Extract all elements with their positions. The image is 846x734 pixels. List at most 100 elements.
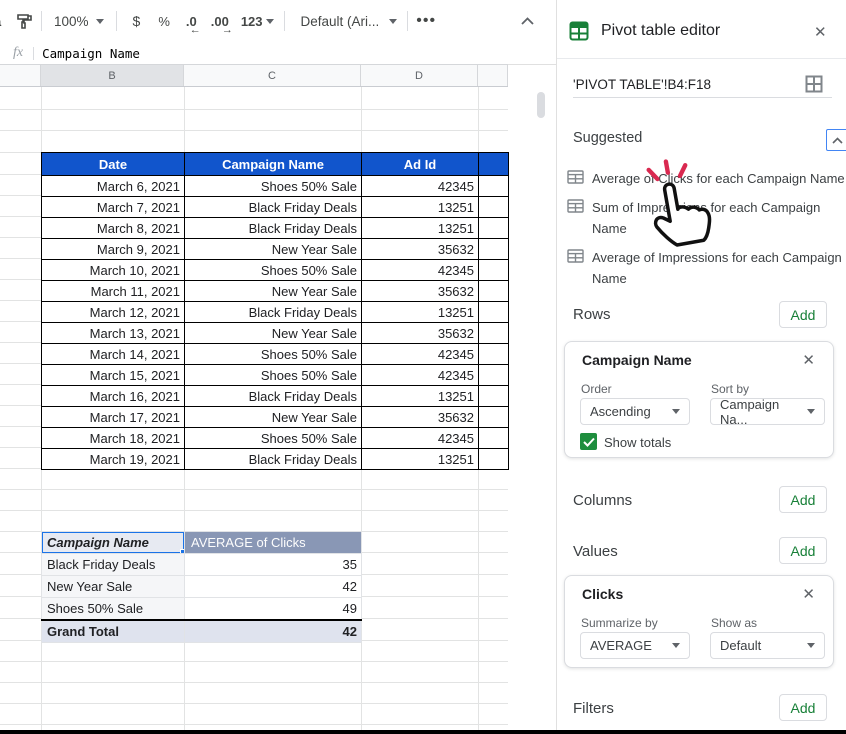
cell[interactable]: [478, 343, 509, 365]
more-toolbar-button[interactable]: •••: [416, 12, 436, 30]
collapse-suggested-button[interactable]: [826, 129, 846, 151]
format-currency-button[interactable]: $: [133, 13, 141, 29]
cell[interactable]: Shoes 50% Sale: [184, 427, 362, 449]
cell[interactable]: [478, 406, 509, 428]
decrease-decimal-button[interactable]: .0 ←: [186, 14, 201, 36]
cell[interactable]: March 7, 2021: [41, 196, 185, 218]
show-as-select[interactable]: Default: [710, 632, 825, 659]
cell[interactable]: March 16, 2021: [41, 385, 185, 407]
cell[interactable]: 42345: [361, 343, 479, 365]
sort-by-select[interactable]: Campaign Na...: [710, 397, 825, 427]
cell[interactable]: Black Friday Deals: [184, 301, 362, 323]
column-header[interactable]: [478, 65, 508, 86]
cell[interactable]: March 14, 2021: [41, 343, 185, 365]
cell[interactable]: Shoes 50% Sale: [184, 343, 362, 365]
cell[interactable]: 13251: [361, 196, 479, 218]
formula-input[interactable]: Campaign Name: [42, 46, 140, 61]
cell[interactable]: 42345: [361, 175, 479, 197]
cell[interactable]: Grand Total: [41, 619, 185, 643]
cell[interactable]: Black Friday Deals: [184, 385, 362, 407]
cell[interactable]: Shoes 50% Sale: [184, 259, 362, 281]
cell[interactable]: [478, 259, 509, 281]
show-totals-checkbox[interactable]: [580, 433, 597, 450]
cell[interactable]: [478, 175, 509, 197]
cell[interactable]: March 19, 2021: [41, 448, 185, 470]
cell[interactable]: 42345: [361, 259, 479, 281]
cell[interactable]: Shoes 50% Sale: [184, 175, 362, 197]
cell[interactable]: New Year Sale: [184, 280, 362, 302]
cell[interactable]: [478, 427, 509, 449]
summarize-by-select[interactable]: AVERAGE: [580, 632, 690, 659]
cell[interactable]: New Year Sale: [184, 322, 362, 344]
cell[interactable]: [478, 364, 509, 386]
header-cell[interactable]: Ad Id: [361, 152, 479, 176]
selection-fill-handle[interactable]: [180, 549, 184, 553]
cell[interactable]: March 15, 2021: [41, 364, 185, 386]
column-header[interactable]: [0, 65, 41, 86]
close-panel-icon[interactable]: ✕: [814, 23, 827, 41]
cell[interactable]: [478, 301, 509, 323]
values-add-button[interactable]: Add: [779, 537, 827, 564]
cell[interactable]: 35632: [361, 280, 479, 302]
cell[interactable]: 13251: [361, 301, 479, 323]
cell[interactable]: Black Friday Deals: [184, 448, 362, 470]
more-formats-button[interactable]: 123: [241, 14, 274, 29]
header-cell[interactable]: [478, 152, 509, 176]
increase-decimal-button[interactable]: .00 →: [211, 14, 233, 36]
cell[interactable]: [478, 238, 509, 260]
cell[interactable]: March 12, 2021: [41, 301, 185, 323]
cell[interactable]: Black Friday Deals: [41, 553, 185, 576]
cell[interactable]: [478, 217, 509, 239]
zoom-select[interactable]: 100%: [54, 14, 104, 29]
column-header[interactable]: C: [184, 65, 361, 86]
cell[interactable]: 35632: [361, 322, 479, 344]
order-select[interactable]: Ascending: [580, 398, 690, 425]
cell[interactable]: March 17, 2021: [41, 406, 185, 428]
column-header[interactable]: D: [361, 65, 478, 86]
cell[interactable]: Black Friday Deals: [184, 217, 362, 239]
cell[interactable]: New Year Sale: [184, 406, 362, 428]
cell[interactable]: March 10, 2021: [41, 259, 185, 281]
header-cell[interactable]: Campaign Name: [184, 152, 362, 176]
cell[interactable]: 42: [184, 619, 362, 643]
cell[interactable]: March 18, 2021: [41, 427, 185, 449]
filters-add-button[interactable]: Add: [779, 694, 827, 721]
format-percent-button[interactable]: %: [158, 14, 170, 29]
cell[interactable]: 42345: [361, 427, 479, 449]
cell[interactable]: 35632: [361, 238, 479, 260]
cell[interactable]: 13251: [361, 448, 479, 470]
remove-field-icon[interactable]: ✕: [802, 351, 815, 369]
cell[interactable]: New Year Sale: [184, 238, 362, 260]
pivot-value-header-cell[interactable]: AVERAGE of Clicks: [184, 531, 362, 554]
suggested-pivot-item[interactable]: Average of Impressions for each Campaign…: [567, 247, 846, 289]
cell[interactable]: [478, 196, 509, 218]
paint-format-icon[interactable]: [16, 13, 33, 30]
font-select[interactable]: Default (Ari...: [301, 14, 398, 29]
select-data-range-icon[interactable]: [805, 75, 823, 98]
vertical-scrollbar[interactable]: [537, 92, 545, 118]
cell[interactable]: 35: [184, 553, 362, 576]
cell[interactable]: Shoes 50% Sale: [184, 364, 362, 386]
cell[interactable]: [478, 280, 509, 302]
cell[interactable]: March 11, 2021: [41, 280, 185, 302]
hide-menus-button[interactable]: [521, 17, 534, 25]
cell[interactable]: 35632: [361, 406, 479, 428]
cell[interactable]: March 9, 2021: [41, 238, 185, 260]
cell[interactable]: [478, 448, 509, 470]
remove-field-icon[interactable]: ✕: [802, 585, 815, 603]
cell[interactable]: Shoes 50% Sale: [41, 597, 185, 621]
cell[interactable]: March 6, 2021: [41, 175, 185, 197]
spreadsheet-grid[interactable]: Date Campaign Name Ad Id March 6, 2021 Shoe…: [0, 87, 509, 734]
cell[interactable]: 49: [184, 597, 362, 621]
cell[interactable]: 42345: [361, 364, 479, 386]
cell[interactable]: 13251: [361, 385, 479, 407]
cell[interactable]: Black Friday Deals: [184, 196, 362, 218]
cell[interactable]: 42: [184, 575, 362, 598]
cell[interactable]: March 8, 2021: [41, 217, 185, 239]
header-cell[interactable]: Date: [41, 152, 185, 176]
column-header[interactable]: B: [41, 65, 184, 86]
data-range-field[interactable]: 'PIVOT TABLE'!B4:F18: [573, 77, 711, 92]
cell[interactable]: 13251: [361, 217, 479, 239]
suggested-pivot-item[interactable]: Average of Clicks for each Campaign Name: [567, 168, 846, 189]
cell[interactable]: [478, 322, 509, 344]
